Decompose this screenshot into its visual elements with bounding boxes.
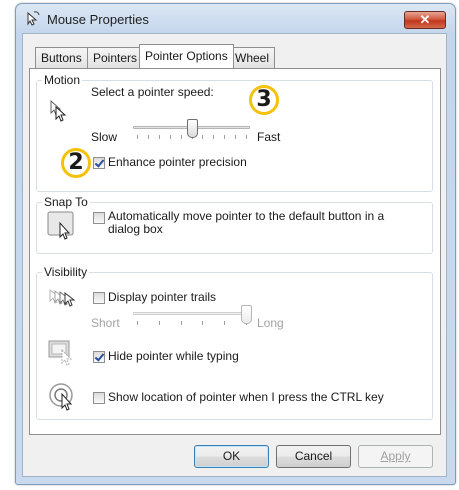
window-title: Mouse Properties — [47, 12, 149, 27]
pointer-trails-checkbox[interactable] — [93, 292, 105, 304]
slider-tick — [224, 321, 225, 325]
slider-tick — [246, 135, 247, 139]
slider-tick — [137, 321, 138, 325]
short-label: Short — [91, 316, 120, 330]
pointer-trails-icon — [49, 289, 76, 307]
slider-tick — [181, 321, 182, 325]
tab-buttons[interactable]: Buttons — [35, 47, 88, 68]
slider-tick — [170, 135, 171, 139]
slider-tick — [181, 135, 182, 139]
pointer-options-panel: Motion Select a pointer speed: Slow Fast… — [29, 68, 441, 435]
close-button[interactable]: ✕ — [404, 11, 446, 29]
motion-group-label: Motion — [42, 73, 83, 87]
snap-to-icon — [47, 211, 74, 240]
ok-button[interactable]: OK — [194, 445, 269, 468]
enhance-precision-checkbox[interactable] — [93, 157, 105, 169]
visibility-group-label: Visibility — [42, 265, 90, 279]
fast-label: Fast — [257, 130, 281, 144]
hide-pointer-label[interactable]: Hide pointer while typing — [108, 349, 239, 363]
show-location-icon — [49, 383, 73, 411]
trail-length-ticks — [137, 321, 247, 325]
apply-button[interactable]: Apply — [358, 445, 433, 468]
apply-button-label: Apply — [380, 449, 411, 463]
step-3-badge: 3 — [249, 85, 279, 115]
ok-button-label: OK — [222, 449, 241, 463]
step-2-badge: 2 — [61, 148, 91, 178]
slider-tick — [224, 135, 225, 139]
cancel-button-label: Cancel — [294, 449, 333, 463]
slider-tick — [202, 135, 203, 139]
trail-length-slider-thumb[interactable] — [241, 305, 252, 324]
slider-tick — [159, 135, 160, 139]
pointer-speed-label: Select a pointer speed: — [91, 85, 214, 99]
tab-wheel-label: Wheel — [235, 51, 270, 65]
slider-tick — [213, 135, 214, 139]
trail-length-track[interactable] — [133, 312, 250, 315]
show-location-label[interactable]: Show location of pointer when I press th… — [108, 390, 384, 404]
tab-wheel[interactable]: Wheel — [229, 47, 276, 68]
slider-tick — [235, 135, 236, 139]
slider-tick — [137, 135, 138, 139]
slider-tick — [159, 321, 160, 325]
pointer-speed-icon — [50, 99, 67, 122]
mouse-icon — [27, 11, 40, 26]
tab-pointer-options-label: Pointer Options — [145, 49, 228, 63]
tab-pointer-options[interactable]: Pointer Options — [139, 44, 234, 68]
pointer-trails-label[interactable]: Display pointer trails — [108, 290, 216, 304]
cancel-button[interactable]: Cancel — [276, 445, 351, 468]
long-label: Long — [257, 316, 284, 330]
slow-label: Slow — [91, 130, 118, 144]
slider-tick — [148, 135, 149, 139]
tab-buttons-label: Buttons — [41, 51, 82, 65]
snap-to-group-label: Snap To — [42, 195, 90, 209]
enhance-precision-label[interactable]: Enhance pointer precision — [108, 155, 247, 169]
show-location-checkbox[interactable] — [93, 392, 105, 404]
pointer-speed-slider-thumb[interactable] — [187, 119, 198, 138]
tab-pointers-label: Pointers — [93, 51, 138, 65]
hide-pointer-icon — [48, 340, 73, 366]
title-bar[interactable]: Mouse Properties ✕ — [16, 4, 455, 34]
tab-pointers[interactable]: Pointers — [87, 47, 144, 68]
close-icon: ✕ — [419, 12, 431, 27]
snap-to-checkbox[interactable] — [93, 212, 105, 224]
slider-tick — [202, 321, 203, 325]
hide-pointer-checkbox[interactable] — [93, 351, 105, 363]
snap-to-label[interactable]: Automatically move pointer to the defaul… — [108, 210, 408, 236]
